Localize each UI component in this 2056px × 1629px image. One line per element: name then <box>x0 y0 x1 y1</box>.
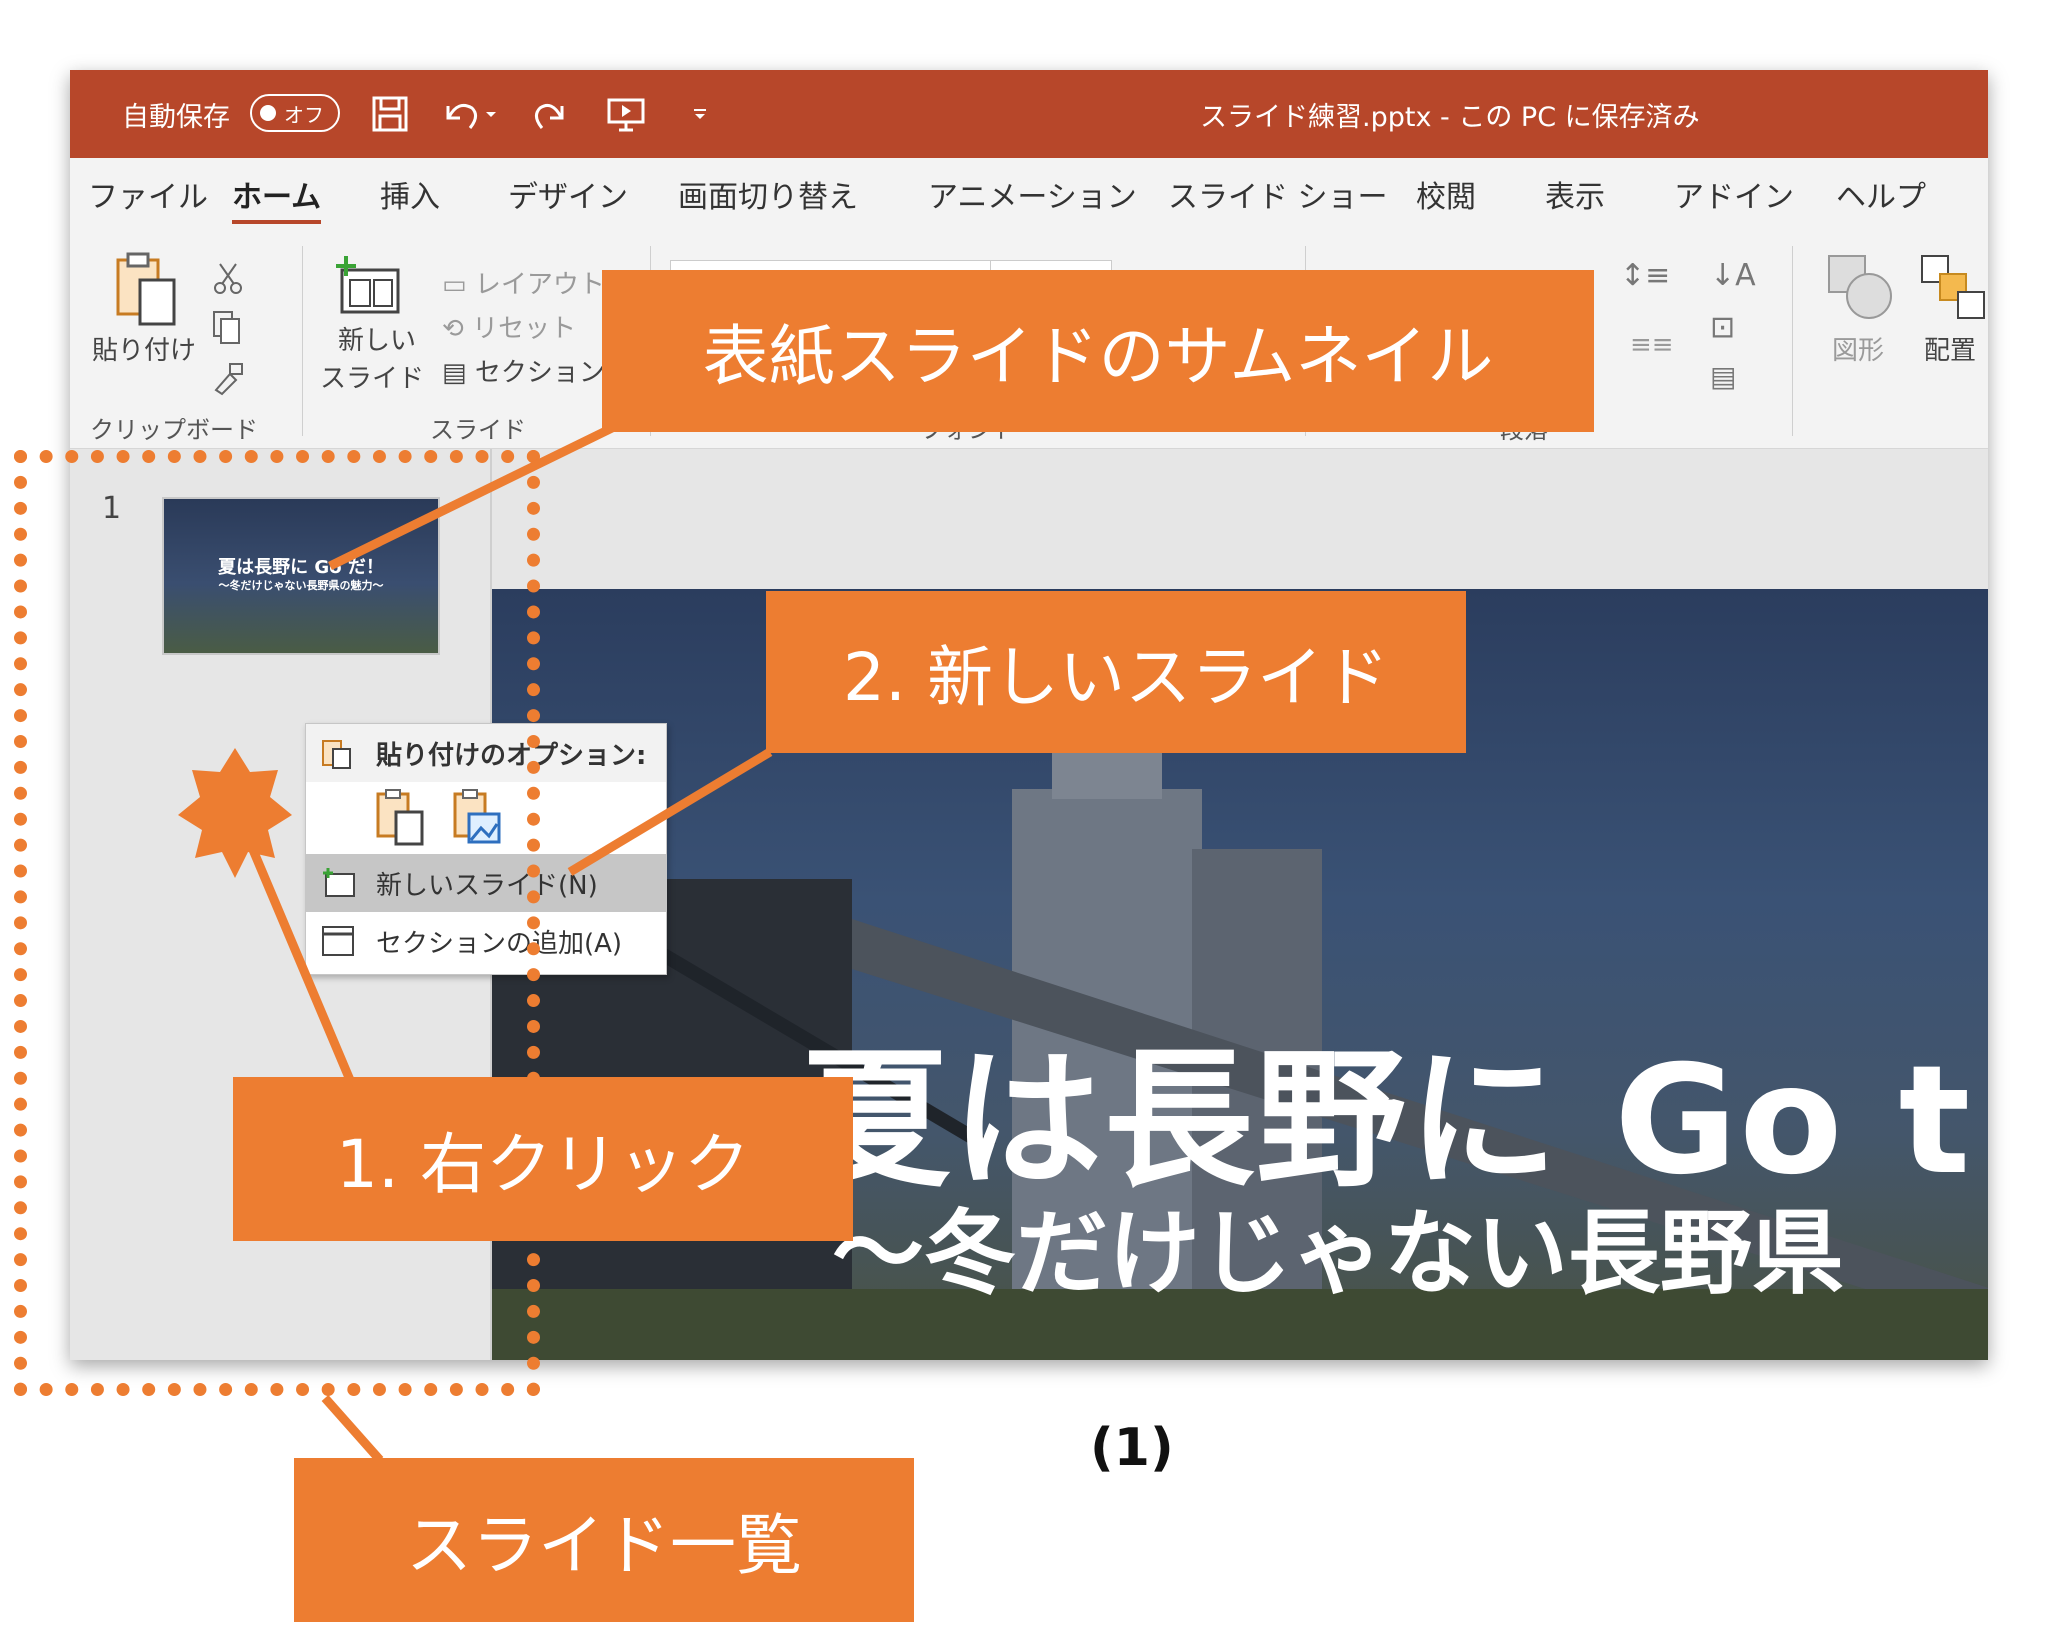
callout-new-slide-text: 2. 新しいスライド <box>843 639 1389 716</box>
new-slide-pointer-line <box>567 748 773 876</box>
callout-thumbnail: 表紙スライドのサムネイル <box>602 270 1594 432</box>
annotation-arrows <box>178 423 773 1463</box>
slide-list-pointer-line <box>321 1395 384 1463</box>
callout-right-click: 1. 右クリック <box>233 1077 853 1241</box>
callout-new-slide: 2. 新しいスライド <box>766 591 1466 753</box>
callout-slide-list-text: スライド一覧 <box>406 1507 802 1584</box>
callout-slide-list: スライド一覧 <box>294 1458 914 1622</box>
thumbnail-pointer-line <box>328 423 614 571</box>
callout-right-click-text: 1. 右クリック <box>336 1126 750 1203</box>
callout-thumbnail-text: 表紙スライドのサムネイル <box>702 318 1494 395</box>
figure-caption: (1) <box>1090 1418 1174 1478</box>
click-burst-icon <box>178 748 292 878</box>
